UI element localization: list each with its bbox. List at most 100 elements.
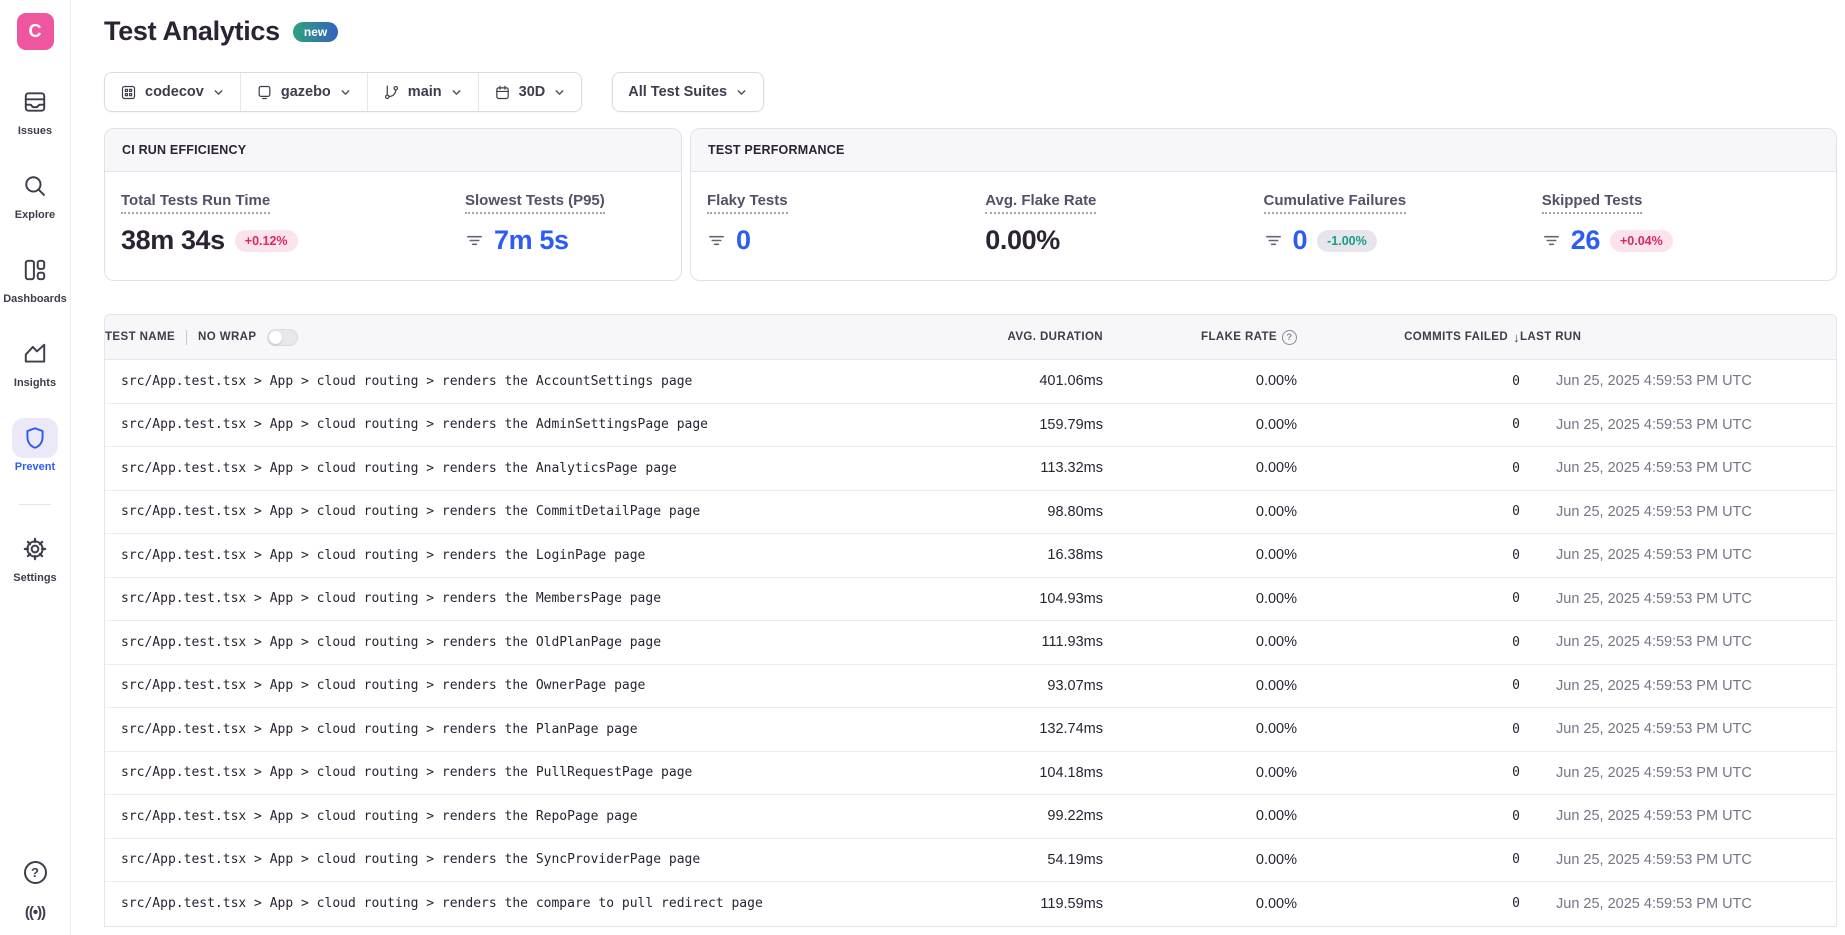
question-circle-icon[interactable]: ? [1282, 330, 1297, 345]
last-run-cell: Jun 25, 2025 4:59:53 PM UTC [1520, 634, 1836, 650]
col-commits-failed[interactable]: COMMITS FAILED ↓ [1297, 330, 1520, 345]
tests-table: TEST NAME NO WRAP AVG. DURATION FLAKE RA… [104, 314, 1837, 927]
no-wrap-label: NO WRAP [198, 331, 256, 343]
table-row[interactable]: src/App.test.tsx > App > cloud routing >… [105, 360, 1836, 404]
metric-value: 0.00% [985, 225, 1060, 256]
commits-failed-cell: 0 [1297, 461, 1520, 476]
chevron-down-icon [450, 86, 463, 99]
funnel-icon[interactable] [465, 231, 484, 250]
chevron-down-icon [735, 86, 748, 99]
sidebar-item-insights[interactable]: Insights [12, 334, 58, 389]
metric-label[interactable]: Cumulative Failures [1264, 192, 1407, 214]
avg-duration-cell: 401.06ms [933, 373, 1103, 389]
metric-value[interactable]: 0 [1293, 225, 1308, 256]
col-last-run[interactable]: LAST RUN [1520, 331, 1836, 343]
funnel-icon[interactable] [1264, 231, 1283, 250]
avg-duration-cell: 159.79ms [933, 417, 1103, 433]
no-wrap-toggle[interactable] [267, 329, 298, 346]
last-run-cell: Jun 25, 2025 4:59:53 PM UTC [1520, 591, 1836, 607]
sidebar-item-prevent[interactable]: Prevent [12, 418, 58, 473]
avg-duration-cell: 111.93ms [933, 634, 1103, 650]
avg-duration-cell: 104.18ms [933, 765, 1103, 781]
table-row[interactable]: src/App.test.tsx > App > cloud routing >… [105, 665, 1836, 709]
table-row[interactable]: src/App.test.tsx > App > cloud routing >… [105, 578, 1836, 622]
table-header-row: TEST NAME NO WRAP AVG. DURATION FLAKE RA… [105, 315, 1836, 360]
sidebar-bottom: ? ((•)) [24, 861, 47, 921]
metric-cumulative-failures: Cumulative Failures 0 -1.00% [1264, 192, 1542, 256]
branch-selector[interactable]: main [367, 73, 478, 111]
metric-value[interactable]: 26 [1571, 225, 1600, 256]
test-suites-dropdown[interactable]: All Test Suites [612, 72, 764, 112]
table-row[interactable]: src/App.test.tsx > App > cloud routing >… [105, 795, 1836, 839]
broadcast-icon[interactable]: ((•)) [25, 904, 45, 921]
sidebar-item-label: Issues [18, 125, 52, 137]
flake-rate-cell: 0.00% [1103, 765, 1297, 781]
table-row[interactable]: src/App.test.tsx > App > cloud routing >… [105, 621, 1836, 665]
metric-avg-flake-rate: Avg. Flake Rate 0.00% [985, 192, 1263, 256]
table-row[interactable]: src/App.test.tsx > App > cloud routing >… [105, 839, 1836, 883]
repo-selector[interactable]: gazebo [240, 73, 367, 111]
test-suites-value: All Test Suites [628, 84, 727, 100]
filter-bar: codecov gazebo main 30D All Test Suites [104, 72, 1837, 112]
summary-panels: CI RUN EFFICIENCY Total Tests Run Time 3… [104, 128, 1837, 281]
sidebar-item-dashboards[interactable]: Dashboards [3, 250, 67, 305]
org-selector[interactable]: codecov [105, 73, 240, 111]
date-range-value: 30D [519, 84, 546, 100]
col-test-name[interactable]: TEST NAME [105, 331, 175, 343]
metric-value[interactable]: 0 [736, 225, 751, 256]
settings-gear-icon [12, 529, 58, 569]
metric-label[interactable]: Flaky Tests [707, 192, 788, 214]
avg-duration-cell: 113.32ms [933, 460, 1103, 476]
commits-failed-cell: 0 [1297, 374, 1520, 389]
test-name-cell: src/App.test.tsx > App > cloud routing >… [105, 678, 933, 693]
org-icon [120, 84, 137, 101]
col-avg-duration[interactable]: AVG. DURATION [933, 331, 1103, 343]
prevent-shield-icon [12, 418, 58, 458]
main-content: Test Analytics new codecov gazebo main [71, 0, 1845, 927]
last-run-cell: Jun 25, 2025 4:59:53 PM UTC [1520, 460, 1836, 476]
table-row[interactable]: src/App.test.tsx > App > cloud routing >… [105, 708, 1836, 752]
flake-rate-cell: 0.00% [1103, 896, 1297, 912]
branch-icon [383, 84, 400, 101]
sidebar-item-issues[interactable]: Issues [12, 82, 58, 137]
panel-title: CI RUN EFFICIENCY [105, 129, 681, 172]
flake-rate-cell: 0.00% [1103, 808, 1297, 824]
metric-label[interactable]: Avg. Flake Rate [985, 192, 1096, 214]
test-name-cell: src/App.test.tsx > App > cloud routing >… [105, 722, 933, 737]
last-run-cell: Jun 25, 2025 4:59:53 PM UTC [1520, 808, 1836, 824]
test-name-cell: src/App.test.tsx > App > cloud routing >… [105, 635, 933, 650]
metric-slowest-tests: Slowest Tests (P95) 7m 5s [465, 192, 605, 256]
flake-rate-cell: 0.00% [1103, 373, 1297, 389]
repo-icon [256, 84, 273, 101]
sidebar-item-explore[interactable]: Explore [12, 166, 58, 221]
flake-rate-cell: 0.00% [1103, 721, 1297, 737]
date-range-selector[interactable]: 30D [478, 73, 582, 111]
col-flake-rate[interactable]: FLAKE RATE ? [1103, 330, 1297, 345]
help-icon[interactable]: ? [24, 861, 47, 884]
sidebar-divider [19, 504, 51, 505]
avg-duration-cell: 104.93ms [933, 591, 1103, 607]
sidebar-item-settings[interactable]: Settings [12, 529, 58, 584]
last-run-cell: Jun 25, 2025 4:59:53 PM UTC [1520, 678, 1836, 694]
sidebar-item-label: Explore [15, 209, 55, 221]
codecov-logo[interactable]: C [17, 13, 54, 50]
table-row[interactable]: src/App.test.tsx > App > cloud routing >… [105, 882, 1836, 926]
avg-duration-cell: 119.59ms [933, 896, 1103, 912]
table-row[interactable]: src/App.test.tsx > App > cloud routing >… [105, 534, 1836, 578]
funnel-icon[interactable] [707, 231, 726, 250]
funnel-icon[interactable] [1542, 231, 1561, 250]
test-name-cell: src/App.test.tsx > App > cloud routing >… [105, 591, 933, 606]
last-run-cell: Jun 25, 2025 4:59:53 PM UTC [1520, 373, 1836, 389]
metric-label[interactable]: Total Tests Run Time [121, 192, 270, 214]
test-name-cell: src/App.test.tsx > App > cloud routing >… [105, 417, 933, 432]
metric-value[interactable]: 7m 5s [494, 225, 569, 256]
last-run-cell: Jun 25, 2025 4:59:53 PM UTC [1520, 896, 1836, 912]
metric-flaky-tests: Flaky Tests 0 [707, 192, 985, 256]
table-row[interactable]: src/App.test.tsx > App > cloud routing >… [105, 752, 1836, 796]
table-row[interactable]: src/App.test.tsx > App > cloud routing >… [105, 447, 1836, 491]
commits-failed-cell: 0 [1297, 722, 1520, 737]
table-row[interactable]: src/App.test.tsx > App > cloud routing >… [105, 404, 1836, 448]
table-row[interactable]: src/App.test.tsx > App > cloud routing >… [105, 491, 1836, 535]
metric-label[interactable]: Skipped Tests [1542, 192, 1643, 214]
metric-label[interactable]: Slowest Tests (P95) [465, 192, 605, 214]
